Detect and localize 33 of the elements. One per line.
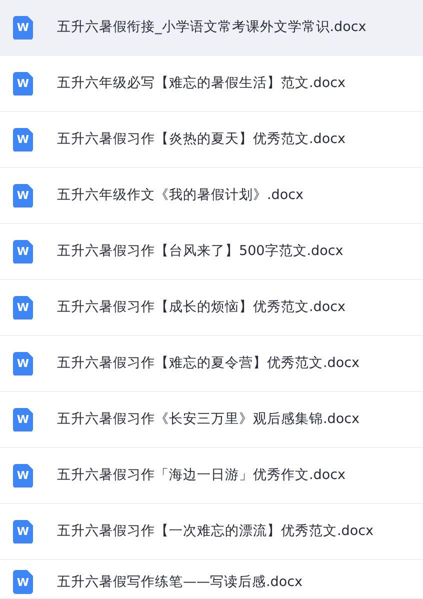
file-row[interactable]: W 五升六暑假习作【成长的烦恼】优秀范文.docx bbox=[0, 280, 423, 336]
word-file-icon: W bbox=[13, 72, 33, 96]
file-row[interactable]: W 五升六年级必写【难忘的暑假生活】范文.docx bbox=[0, 56, 423, 112]
file-name: 五升六暑假习作《长安三万里》观后感集锦.docx bbox=[57, 410, 360, 430]
word-file-icon: W bbox=[13, 520, 33, 544]
file-name: 五升六暑假习作【炎热的夏天】优秀范文.docx bbox=[57, 130, 346, 150]
file-row[interactable]: W 五升六暑假习作【难忘的夏令营】优秀范文.docx bbox=[0, 336, 423, 392]
file-row[interactable]: W 五升六暑假写作练笔——写读后感.docx bbox=[0, 560, 423, 599]
file-row[interactable]: W 五升六暑假习作【炎热的夏天】优秀范文.docx bbox=[0, 112, 423, 168]
word-file-icon: W bbox=[13, 352, 33, 376]
word-file-icon: W bbox=[13, 128, 33, 152]
word-file-icon: W bbox=[13, 464, 33, 488]
file-name: 五升六暑假习作【台风来了】500字范文.docx bbox=[57, 242, 344, 262]
word-file-icon: W bbox=[13, 296, 33, 320]
word-file-icon: W bbox=[13, 184, 33, 208]
file-name: 五升六暑假习作【成长的烦恼】优秀范文.docx bbox=[57, 298, 346, 318]
word-file-icon: W bbox=[13, 240, 33, 264]
file-name: 五升六暑假习作「海边一日游」优秀作文.docx bbox=[57, 466, 346, 486]
file-name: 五升六暑假习作【一次难忘的漂流】优秀范文.docx bbox=[57, 522, 374, 542]
file-row[interactable]: W 五升六暑假习作「海边一日游」优秀作文.docx bbox=[0, 448, 423, 504]
file-name: 五升六暑假写作练笔——写读后感.docx bbox=[57, 572, 303, 592]
file-row[interactable]: W 五升六暑假衔接_小学语文常考课外文学常识.docx bbox=[0, 0, 423, 56]
file-row[interactable]: W 五升六年级作文《我的暑假计划》.docx bbox=[0, 168, 423, 224]
word-file-icon: W bbox=[13, 408, 33, 432]
word-file-icon: W bbox=[13, 16, 33, 40]
file-row[interactable]: W 五升六暑假习作《长安三万里》观后感集锦.docx bbox=[0, 392, 423, 448]
file-name: 五升六暑假习作【难忘的夏令营】优秀范文.docx bbox=[57, 354, 360, 374]
file-name: 五升六年级必写【难忘的暑假生活】范文.docx bbox=[57, 74, 346, 94]
word-file-icon: W bbox=[13, 570, 33, 594]
file-row[interactable]: W 五升六暑假习作【一次难忘的漂流】优秀范文.docx bbox=[0, 504, 423, 560]
file-row[interactable]: W 五升六暑假习作【台风来了】500字范文.docx bbox=[0, 224, 423, 280]
file-name: 五升六年级作文《我的暑假计划》.docx bbox=[57, 186, 304, 206]
file-name: 五升六暑假衔接_小学语文常考课外文学常识.docx bbox=[57, 18, 366, 38]
